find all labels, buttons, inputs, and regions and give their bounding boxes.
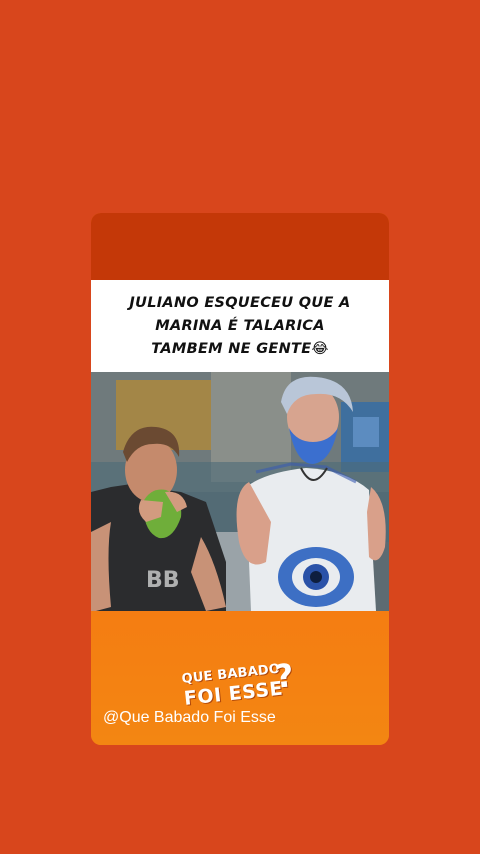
svg-text:BB: BB <box>146 568 180 593</box>
caption-line: TAMBEM NE GENTE😂 <box>151 340 329 357</box>
caption-text: JULIANO ESQUECEU QUE A MARINA É TALARICA… <box>125 292 355 361</box>
caption-line: JULIANO ESQUECEU QUE A <box>129 294 351 311</box>
caption-line: MARINA É TALARICA <box>155 317 325 334</box>
logo-question-mark: ? <box>273 656 296 696</box>
caption-box: JULIANO ESQUECEU QUE A MARINA É TALARICA… <box>91 280 389 372</box>
brand-logo: QUE BABADO FOI ESSE ? <box>179 656 309 712</box>
post-photo[interactable]: BB <box>91 372 389 611</box>
account-handle[interactable]: @Que Babado Foi Esse <box>103 709 276 727</box>
story-card: JULIANO ESQUECEU QUE A MARINA É TALARICA… <box>91 213 389 745</box>
card-header-band <box>91 213 389 280</box>
card-footer: QUE BABADO FOI ESSE ? @Que Babado Foi Es… <box>91 611 389 745</box>
